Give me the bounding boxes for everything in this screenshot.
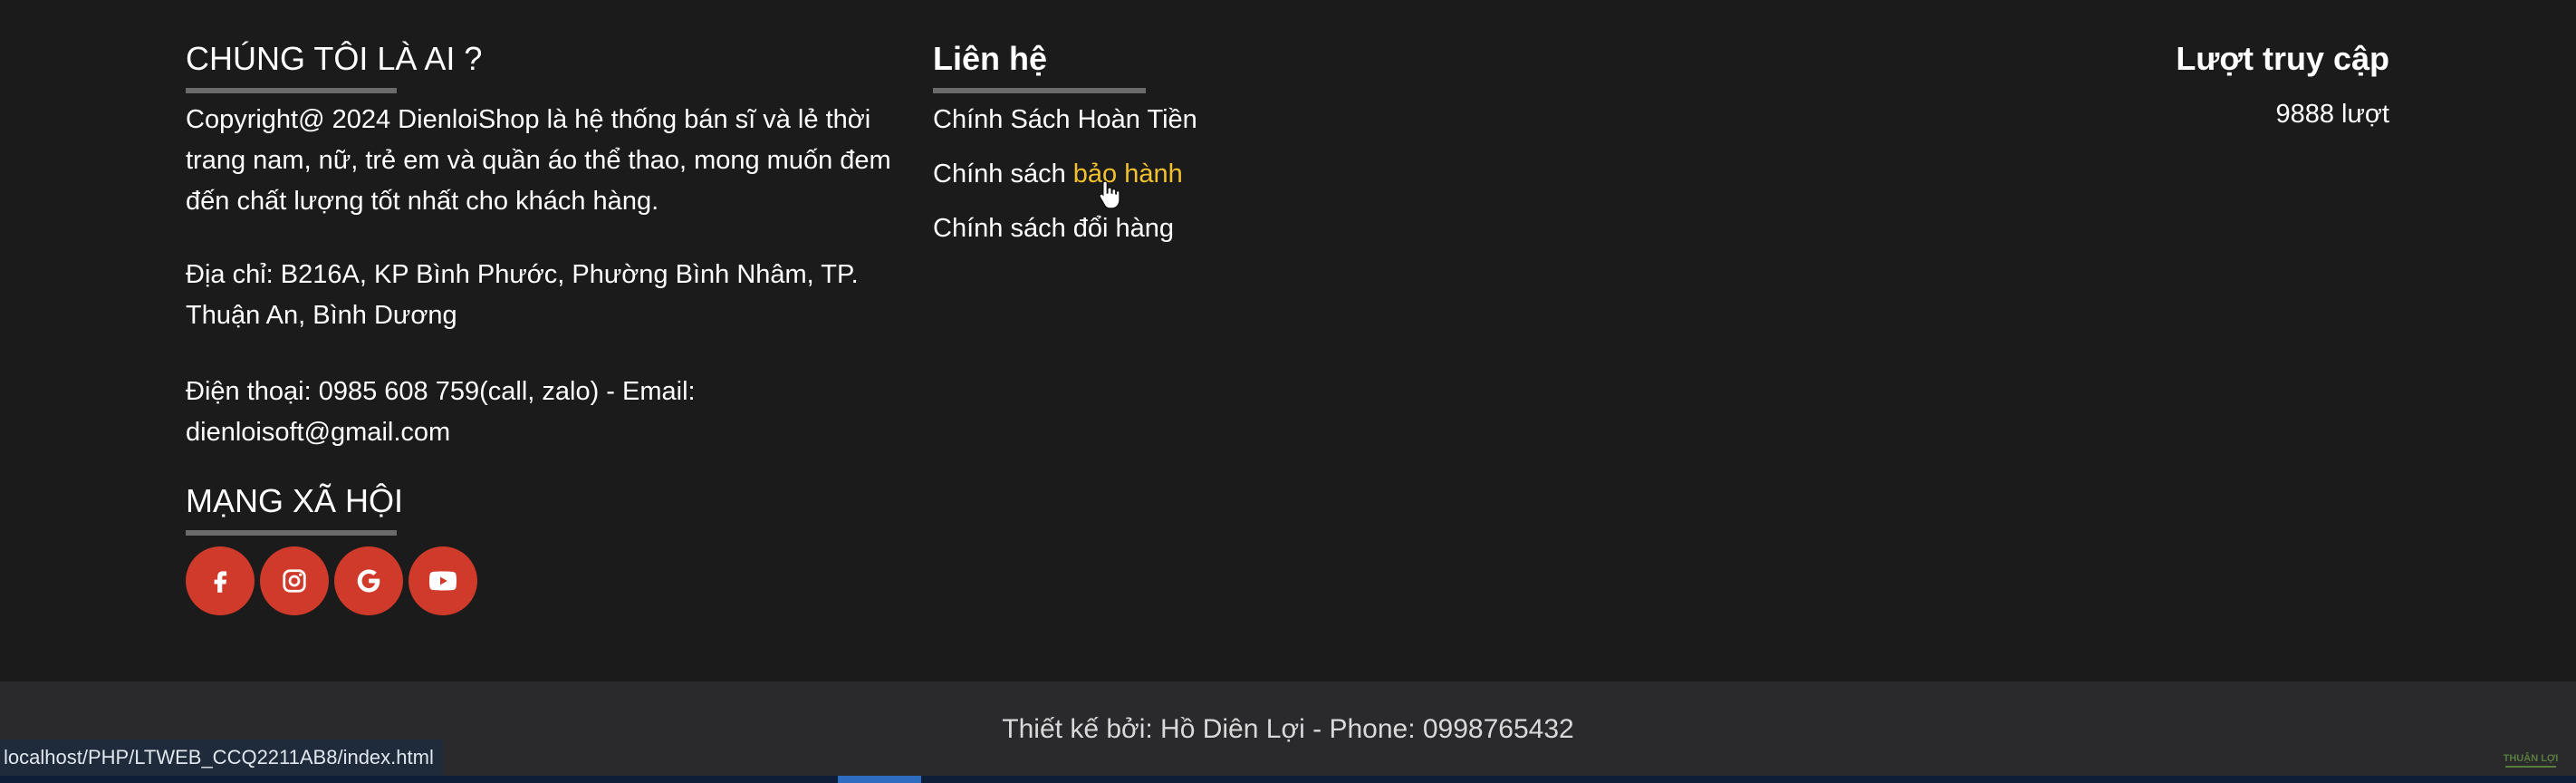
visits-heading: Lượt truy cập [2176,40,2389,77]
warranty-policy-label: Chính sách [933,160,1073,188]
contact-heading-underline [933,88,1146,93]
taskbar-strip [0,776,2576,783]
facebook-button[interactable] [186,546,255,615]
status-bar-url: localhost/PHP/LTWEB_CCQ2211AB8/index.htm… [0,740,443,776]
youtube-icon [429,571,457,591]
google-icon [357,569,380,593]
warranty-policy-label-hovered: bảo hành [1072,160,1183,188]
about-address: Địa chỉ: B216A, KP Bình Phước, Phường Bì… [186,260,859,330]
youtube-button[interactable] [409,546,477,615]
warranty-policy-link[interactable]: Chính sách bảo hành [933,161,1183,188]
social-heading: MẠNG XÃ HỘI [186,482,404,519]
social-heading-underline [186,530,397,536]
site-footer: CHÚNG TÔI LÀ AI ? Copyright@ 2024 Dienlo… [0,0,2576,682]
about-heading-underline [186,88,397,93]
refund-policy-link[interactable]: Chính Sách Hoàn Tiền [933,107,1197,133]
about-heading: CHÚNG TÔI LÀ AI ? [186,40,483,77]
svg-text:THUẬN LỢI: THUẬN LỢI [2504,752,2559,764]
contact-heading: Liên hệ [933,40,1048,77]
about-description: Copyright@ 2024 DienloiShop là hệ thống … [186,105,891,216]
taskbar-active-segment [838,776,921,783]
facebook-icon [214,571,227,593]
visit-count: 9888 lượt [2275,100,2389,129]
exchange-policy-link[interactable]: Chính sách đổi hàng [933,216,1174,242]
watermark-logo: THUẬN LỢI [2504,752,2559,768]
hand-cursor-icon [1099,180,1120,209]
instagram-button[interactable] [260,546,329,615]
about-phone-email: Điện thoại: 0985 608 759(call, zalo) - E… [186,377,696,447]
instagram-icon [283,569,306,593]
google-button[interactable] [334,546,403,615]
